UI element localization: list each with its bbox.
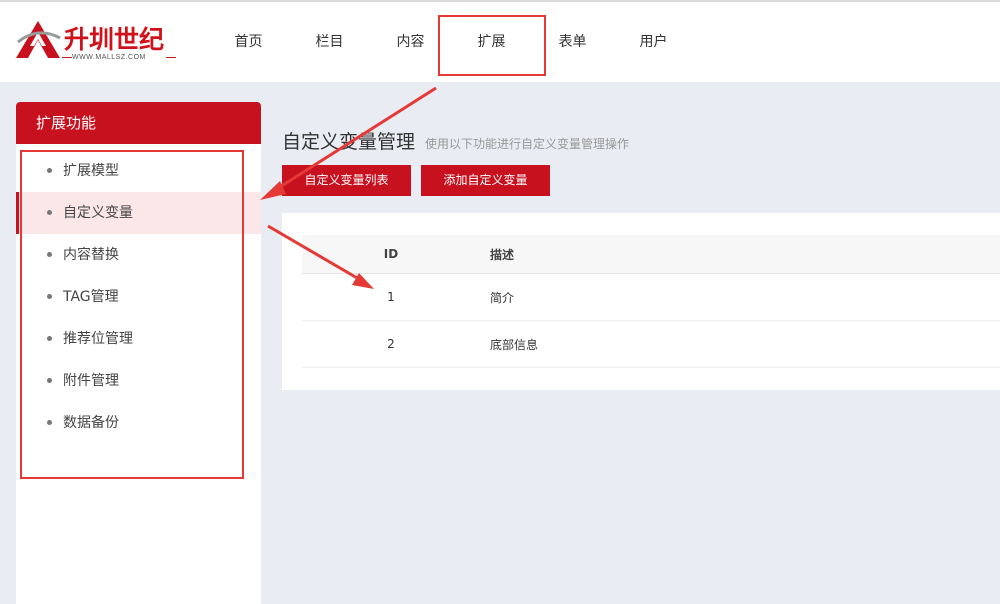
sidebar-item-label: 内容替换: [63, 247, 119, 263]
sidebar-item-recommend-slots[interactable]: 推荐位管理: [16, 318, 261, 360]
page-header: 自定义变量管理 使用以下功能进行自定义变量管理操作: [282, 127, 629, 154]
page-description: 使用以下功能进行自定义变量管理操作: [425, 137, 630, 151]
sidebar-item-label: 扩展模型: [63, 163, 119, 179]
logo-mark-icon: [16, 21, 61, 58]
sidebar-item-content-replace[interactable]: 内容替换: [16, 234, 261, 276]
cell-id: 1: [387, 290, 395, 304]
logo-divider: [166, 57, 176, 58]
sidebar-item-label: 数据备份: [63, 415, 119, 431]
nav-item-forms[interactable]: 表单: [532, 2, 613, 84]
page-title: 自定义变量管理: [282, 131, 416, 153]
column-header-description: 描述: [490, 247, 515, 262]
variables-table: ID 描述 1 简介 2 底部信息: [302, 235, 1000, 368]
table-row[interactable]: 2 底部信息: [302, 321, 1000, 368]
nav-item-home[interactable]: 首页: [208, 2, 289, 84]
table-header-row: ID 描述: [302, 235, 1000, 274]
bullet-icon: [47, 210, 52, 215]
nav-item-users[interactable]: 用户: [613, 2, 694, 84]
main-nav: 首页 栏目 内容 扩展 表单 用户: [208, 2, 694, 84]
custom-variable-list-button[interactable]: 自定义变量列表: [282, 165, 411, 196]
add-custom-variable-button[interactable]: 添加自定义变量: [421, 165, 550, 196]
bullet-icon: [47, 294, 52, 299]
sidebar-item-label: 自定义变量: [63, 205, 133, 221]
sidebar-item-label: 附件管理: [63, 373, 119, 389]
sidebar-menu: 扩展模型 自定义变量 内容替换 TAG管理 推荐位管理 附件管理 数据备份: [16, 150, 261, 444]
bullet-icon: [47, 420, 52, 425]
nav-item-extensions[interactable]: 扩展: [451, 2, 532, 84]
cell-description: 底部信息: [490, 337, 539, 352]
nav-item-content[interactable]: 内容: [370, 2, 451, 84]
bullet-icon: [47, 336, 52, 341]
cell-description: 简介: [490, 290, 515, 305]
nav-item-columns[interactable]: 栏目: [289, 2, 370, 84]
logo-divider: [62, 57, 72, 58]
logo-subtitle: WWW.MALLSZ.COM: [72, 54, 146, 61]
variables-panel: ID 描述 1 简介 2 底部信息: [282, 213, 1000, 390]
bullet-icon: [47, 252, 52, 257]
sidebar-item-data-backup[interactable]: 数据备份: [16, 402, 261, 444]
logo-title: 升圳世纪: [64, 25, 165, 54]
sidebar-item-custom-variables[interactable]: 自定义变量: [16, 192, 261, 234]
sidebar-item-extension-models[interactable]: 扩展模型: [16, 150, 261, 192]
logo[interactable]: 升圳世纪 WWW.MALLSZ.COM: [14, 18, 176, 68]
top-bar: 升圳世纪 WWW.MALLSZ.COM 首页 栏目 内容 扩展 表单 用户: [0, 0, 1000, 82]
sidebar-item-label: TAG管理: [63, 289, 119, 305]
sidebar-item-label: 推荐位管理: [63, 331, 133, 347]
sidebar: 扩展功能 扩展模型 自定义变量 内容替换 TAG管理 推荐位管理 附件管理 数据…: [16, 102, 261, 604]
cell-id: 2: [387, 337, 395, 351]
bullet-icon: [47, 378, 52, 383]
sidebar-item-tag-management[interactable]: TAG管理: [16, 276, 261, 318]
column-header-id: ID: [383, 247, 399, 261]
sidebar-item-attachments[interactable]: 附件管理: [16, 360, 261, 402]
table-row[interactable]: 1 简介: [302, 274, 1000, 321]
bullet-icon: [47, 168, 52, 173]
sidebar-heading: 扩展功能: [16, 102, 261, 144]
